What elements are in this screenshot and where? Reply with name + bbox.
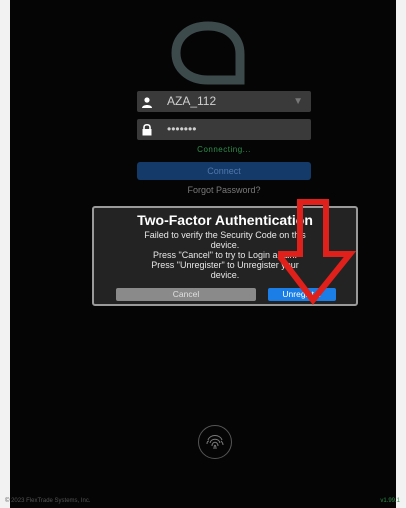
username-field[interactable]: AZA_112 ▼ — [137, 91, 311, 112]
forgot-password-link[interactable]: Forgot Password? — [137, 185, 311, 195]
red-down-arrow — [278, 199, 357, 305]
login-screen: AZA_112 ▼ ••••••• Connecting... Connect … — [10, 0, 396, 508]
fingerprint-button[interactable] — [198, 425, 232, 459]
app-logo-icon — [171, 21, 245, 85]
connection-status: Connecting... — [197, 145, 251, 154]
password-field[interactable]: ••••••• — [137, 119, 311, 140]
cancel-button[interactable]: Cancel — [116, 288, 256, 301]
username-value: AZA_112 — [167, 94, 217, 108]
password-value: ••••••• — [167, 122, 197, 136]
fingerprint-icon — [206, 435, 224, 450]
version-text: v1.99.1 — [380, 498, 400, 504]
chevron-down-icon[interactable]: ▼ — [293, 91, 303, 112]
lock-icon — [137, 119, 157, 140]
copyright-text: © 2023 FlexTrade Systems, Inc. — [5, 498, 91, 504]
user-icon — [137, 91, 157, 112]
connect-button[interactable]: Connect — [137, 162, 311, 180]
